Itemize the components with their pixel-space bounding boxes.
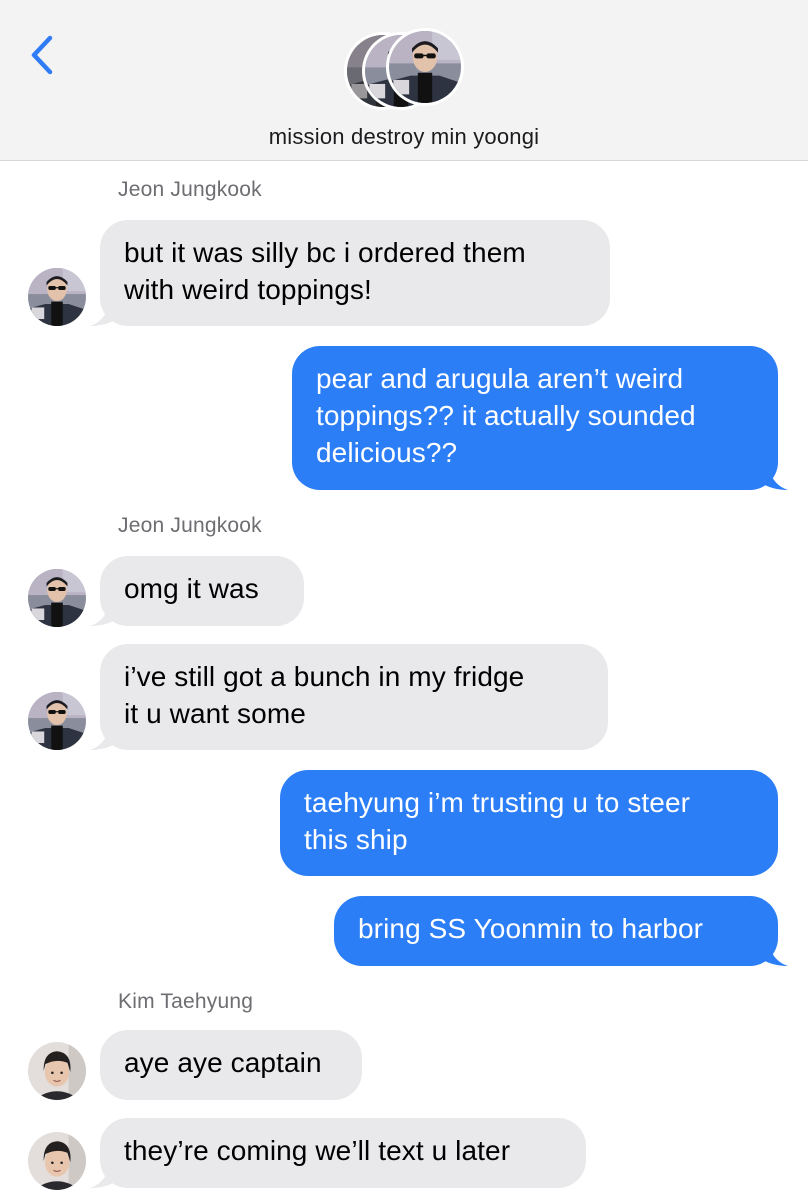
received-message[interactable]: i’ve still got a bunch in my fridge it u… [100, 644, 608, 750]
received-message[interactable]: aye aye captain [100, 1030, 362, 1100]
sender-name: Kim Taehyung [118, 990, 254, 1013]
back-button[interactable] [24, 30, 64, 80]
avatar[interactable] [28, 569, 86, 627]
conversation-title[interactable]: mission destroy min yoongi [0, 124, 808, 150]
avatar[interactable] [28, 268, 86, 326]
sent-message[interactable]: taehyung i’m trusting u to steer this sh… [280, 770, 778, 876]
avatar[interactable] [28, 1132, 86, 1190]
sender-name: Jeon Jungkook [118, 178, 262, 201]
conversation-header: mission destroy min yoongi [0, 0, 808, 161]
sent-message[interactable]: bring SS Yoonmin to harbor [334, 896, 778, 966]
chevron-left-icon[interactable] [24, 30, 64, 80]
received-message[interactable]: omg it was [100, 556, 304, 626]
member-avatar [386, 28, 464, 106]
received-message[interactable]: they’re coming we’ll text u later [100, 1118, 586, 1188]
avatar[interactable] [28, 692, 86, 750]
avatar[interactable] [28, 1042, 86, 1100]
received-message[interactable]: but it was silly bc i ordered them with … [100, 220, 610, 326]
sent-message[interactable]: pear and arugula aren’t weird toppings??… [292, 346, 778, 490]
sender-name: Jeon Jungkook [118, 514, 262, 537]
group-avatar[interactable] [344, 28, 466, 112]
